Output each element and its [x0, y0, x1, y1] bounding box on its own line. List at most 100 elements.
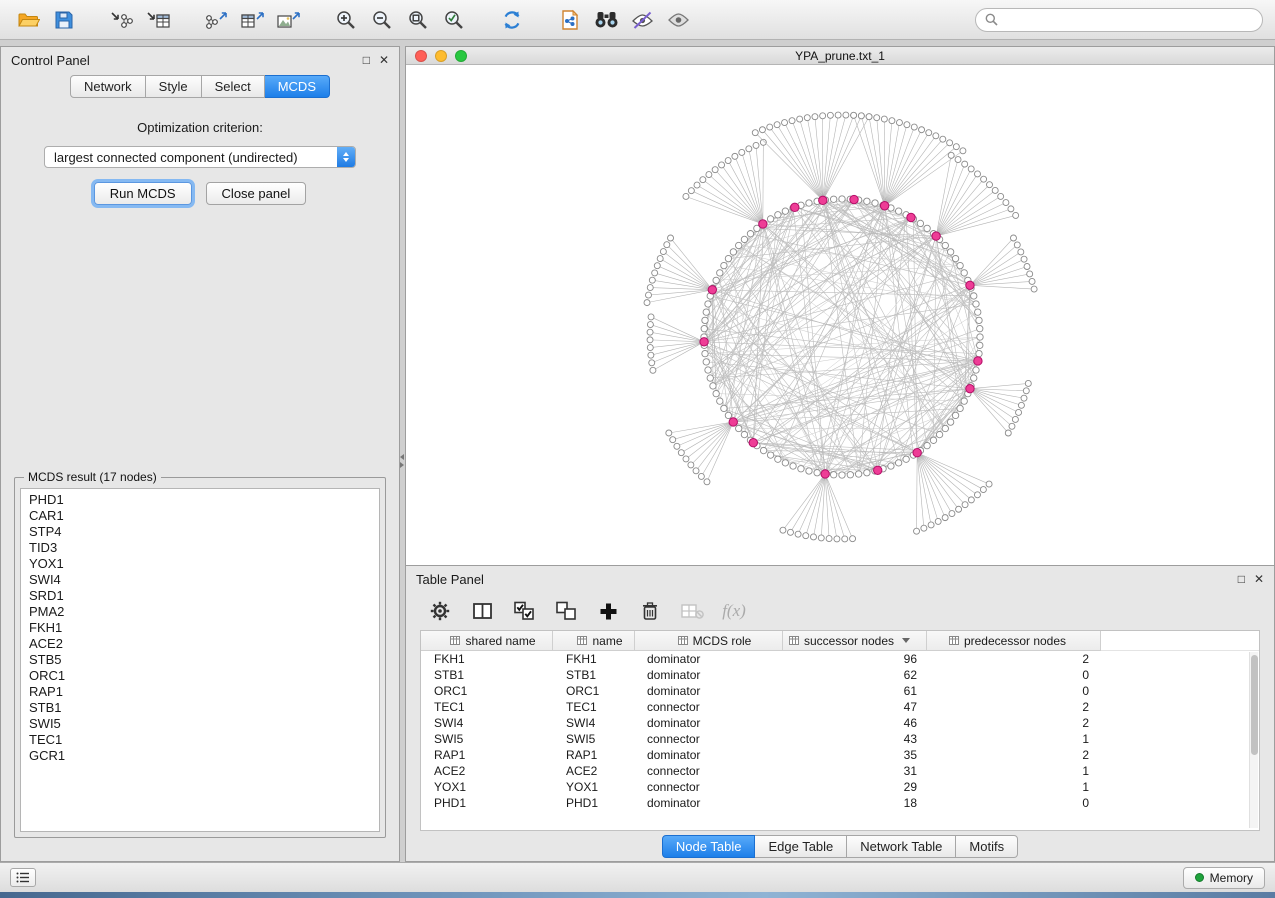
- mcds-result-item[interactable]: PMA2: [29, 604, 371, 620]
- table-row[interactable]: TEC1TEC1connector472: [421, 699, 1259, 715]
- delete-rows-button[interactable]: [636, 597, 664, 625]
- tab-motifs[interactable]: Motifs: [956, 835, 1018, 858]
- tab-node-table[interactable]: Node Table: [662, 835, 756, 858]
- zoom-out-button[interactable]: [366, 5, 398, 35]
- column-header-MCDS-role[interactable]: MCDS role: [635, 631, 783, 651]
- tab-network[interactable]: Network: [70, 75, 146, 98]
- add-row-button[interactable]: [594, 597, 622, 625]
- mcds-result-item[interactable]: FKH1: [29, 620, 371, 636]
- mcds-result-item[interactable]: TID3: [29, 540, 371, 556]
- table-row[interactable]: SWI5SWI5connector431: [421, 731, 1259, 747]
- mcds-result-item[interactable]: SWI5: [29, 716, 371, 732]
- mcds-result-item[interactable]: YOX1: [29, 556, 371, 572]
- show-columns-button[interactable]: [468, 597, 496, 625]
- mcds-result-item[interactable]: ACE2: [29, 636, 371, 652]
- mcds-result-item[interactable]: RAP1: [29, 684, 371, 700]
- clone-network-button[interactable]: [554, 5, 586, 35]
- import-table-button[interactable]: [142, 5, 174, 35]
- tab-style[interactable]: Style: [146, 75, 202, 98]
- export-network-button[interactable]: [200, 5, 232, 35]
- tab-mcds[interactable]: MCDS: [265, 75, 330, 98]
- tab-select[interactable]: Select: [202, 75, 265, 98]
- column-header-shared-name[interactable]: shared name: [421, 631, 553, 651]
- mcds-result-item[interactable]: PHD1: [29, 492, 371, 508]
- global-search[interactable]: [975, 8, 1263, 32]
- table-scrollbar[interactable]: [1249, 652, 1258, 828]
- network-graph[interactable]: [406, 65, 1274, 565]
- table-cell: FKH1: [421, 651, 553, 667]
- table-row[interactable]: SWI4SWI4dominator462: [421, 715, 1259, 731]
- run-mcds-button[interactable]: Run MCDS: [94, 182, 192, 205]
- column-header-predecessor-nodes[interactable]: predecessor nodes: [927, 631, 1101, 651]
- table-cell: SWI5: [553, 731, 635, 747]
- table-row[interactable]: ACE2ACE2connector311: [421, 763, 1259, 779]
- table-cell: 2: [927, 651, 1101, 667]
- column-header-name[interactable]: name: [553, 631, 635, 651]
- hide-selected-button[interactable]: [626, 5, 658, 35]
- table-panel-title: Table Panel: [416, 572, 484, 587]
- mcds-result-item[interactable]: GCR1: [29, 748, 371, 764]
- zoom-selected-button[interactable]: [438, 5, 470, 35]
- tab-network-table[interactable]: Network Table: [847, 835, 956, 858]
- search-network-button[interactable]: [590, 5, 622, 35]
- file-group: [12, 5, 80, 35]
- mcds-result-item[interactable]: TEC1: [29, 732, 371, 748]
- table-cell: 35: [783, 747, 927, 763]
- mcds-result-item[interactable]: STB1: [29, 700, 371, 716]
- minimize-window-icon[interactable]: [435, 50, 447, 62]
- table-cell: dominator: [635, 715, 783, 731]
- binoculars-icon: [593, 10, 620, 29]
- task-history-button[interactable]: [10, 868, 36, 887]
- table-settings-button[interactable]: [426, 597, 454, 625]
- table-row[interactable]: PHD1PHD1dominator180: [421, 795, 1259, 811]
- table-row[interactable]: RAP1RAP1dominator352: [421, 747, 1259, 763]
- table-cell: YOX1: [421, 779, 553, 795]
- mcds-panel-content: Optimization criterion: largest connecte…: [1, 98, 399, 205]
- maximize-window-icon[interactable]: [455, 50, 467, 62]
- mcds-result-list[interactable]: PHD1CAR1STP4TID3YOX1SWI4SRD1PMA2FKH1ACE2…: [20, 488, 380, 832]
- close-panel-button[interactable]: Close panel: [206, 182, 307, 205]
- table-scrollbar-thumb[interactable]: [1251, 655, 1258, 755]
- select-all-rows-button[interactable]: [510, 597, 538, 625]
- mcds-result-fieldset: MCDS result (17 nodes) PHD1CAR1STP4TID3Y…: [14, 470, 386, 838]
- zoom-in-button[interactable]: [330, 5, 362, 35]
- zoom-fit-button[interactable]: [402, 5, 434, 35]
- memory-button[interactable]: Memory: [1183, 867, 1265, 889]
- open-file-button[interactable]: [12, 5, 44, 35]
- close-table-panel-icon[interactable]: ✕: [1254, 573, 1264, 585]
- deselect-all-rows-button[interactable]: [552, 597, 580, 625]
- mcds-result-item[interactable]: SRD1: [29, 588, 371, 604]
- mcds-result-item[interactable]: SWI4: [29, 572, 371, 588]
- network-view[interactable]: [406, 65, 1274, 565]
- gear-icon: [430, 601, 450, 621]
- table-row[interactable]: FKH1FKH1dominator962: [421, 651, 1259, 667]
- node-table-header: shared namenameMCDS rolesuccessor nodesp…: [421, 631, 1259, 651]
- show-all-button[interactable]: [662, 5, 694, 35]
- criterion-select[interactable]: largest connected component (undirected): [44, 146, 356, 168]
- table-cell: 31: [783, 763, 927, 779]
- eye-slash-icon: [631, 10, 654, 30]
- mcds-result-item[interactable]: STB5: [29, 652, 371, 668]
- splitter-handle-icon[interactable]: [400, 454, 404, 468]
- import-network-button[interactable]: [106, 5, 138, 35]
- panel-splitter[interactable]: [400, 46, 405, 862]
- trash-icon: [641, 601, 659, 621]
- refresh-layout-button[interactable]: [496, 5, 528, 35]
- search-input[interactable]: [1003, 13, 1253, 27]
- save-session-button[interactable]: [48, 5, 80, 35]
- table-row[interactable]: STB1STB1dominator620: [421, 667, 1259, 683]
- save-icon: [54, 10, 74, 30]
- close-window-icon[interactable]: [415, 50, 427, 62]
- mcds-result-item[interactable]: CAR1: [29, 508, 371, 524]
- column-header-successor-nodes[interactable]: successor nodes: [783, 631, 927, 651]
- mcds-result-item[interactable]: STP4: [29, 524, 371, 540]
- table-row[interactable]: ORC1ORC1dominator610: [421, 683, 1259, 699]
- float-panel-icon[interactable]: □: [363, 54, 370, 66]
- tab-edge-table[interactable]: Edge Table: [755, 835, 847, 858]
- mcds-result-item[interactable]: ORC1: [29, 668, 371, 684]
- close-panel-icon[interactable]: ✕: [379, 54, 389, 66]
- table-row[interactable]: YOX1YOX1connector291: [421, 779, 1259, 795]
- export-table-button[interactable]: [236, 5, 268, 35]
- export-image-button[interactable]: [272, 5, 304, 35]
- float-table-panel-icon[interactable]: □: [1238, 573, 1245, 585]
